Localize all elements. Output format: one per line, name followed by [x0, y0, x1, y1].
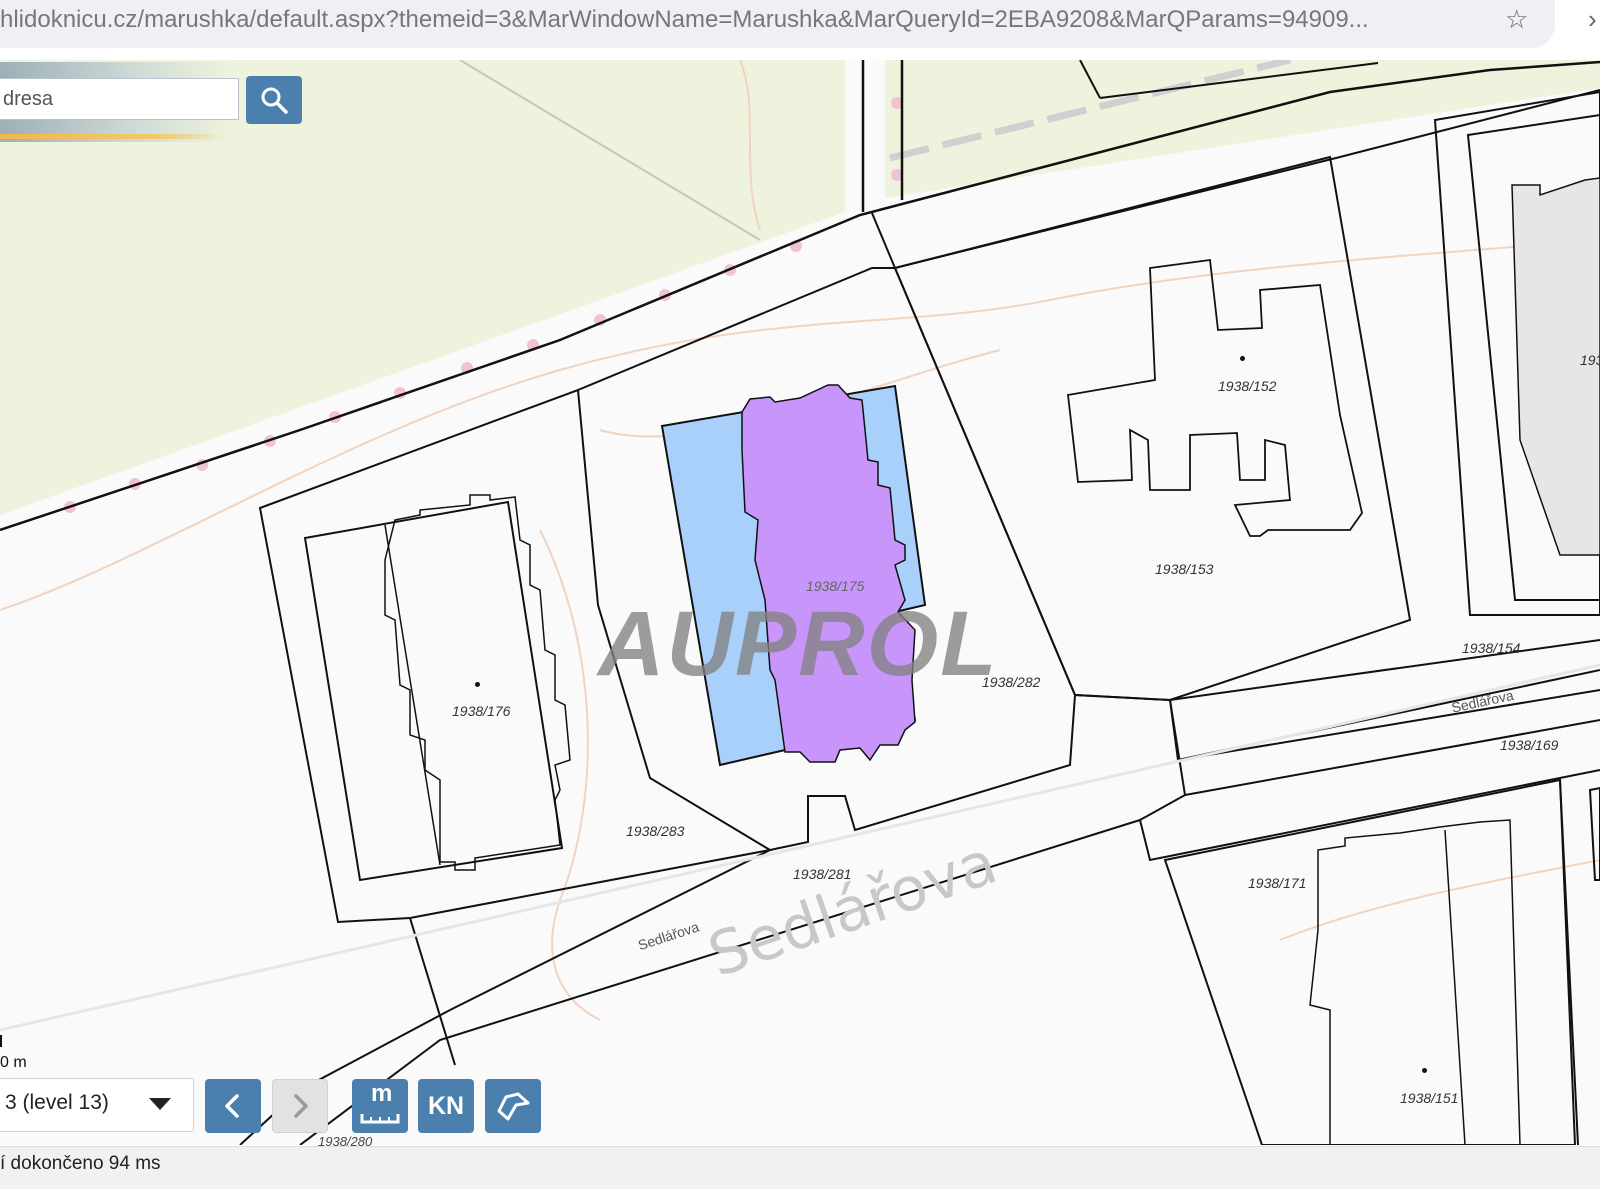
ruler-graphic — [360, 1114, 400, 1124]
watermark-logo: AUPROL — [598, 593, 999, 695]
zoom-level-select[interactable]: 3 (level 13) — [0, 1078, 194, 1132]
back-button[interactable] — [205, 1079, 261, 1133]
road-edge-1 — [1074, 639, 1600, 702]
kn-button[interactable]: KN — [418, 1079, 474, 1133]
measure-button[interactable]: m — [352, 1079, 408, 1133]
search-button[interactable] — [246, 76, 302, 124]
polygon-select-icon — [497, 1092, 530, 1121]
status-text: í dokončeno 94 ms — [0, 1153, 161, 1174]
road-edge-7 — [1138, 769, 1600, 862]
url-field-background[interactable]: ...hlidoknicu.cz/marushka/default.aspx?t… — [0, 0, 1555, 48]
chevron-down-icon — [149, 1098, 171, 1110]
star-icon[interactable]: ☆ — [1505, 4, 1528, 35]
kn-label: KN — [427, 1091, 465, 1120]
scale-label: 0 m — [0, 1054, 27, 1071]
ruler-icon: m — [358, 1080, 402, 1128]
parcel-label-1938-152: 1938/152 — [1218, 378, 1277, 394]
parcel-label-1938-171: 1938/171 — [1248, 875, 1307, 891]
parcel-label-1938-176: 1938/176 — [452, 703, 511, 719]
address-search-input[interactable] — [0, 78, 239, 120]
chevron-right-icon — [294, 1094, 308, 1118]
parcel-divider-left — [409, 917, 456, 1066]
road-divider — [1169, 699, 1186, 796]
building-1938-152 — [1067, 258, 1363, 537]
chevron-left-icon — [225, 1094, 239, 1118]
parcel-label-193x: 193 — [1580, 352, 1600, 368]
browser-address-bar: ...hlidoknicu.cz/marushka/default.aspx?t… — [0, 0, 1600, 61]
scale-bar — [0, 1035, 2, 1047]
parcel-label-1938-153: 1938/153 — [1155, 561, 1214, 577]
toolbar-edge-icon: › — [1588, 4, 1597, 34]
forward-button[interactable] — [272, 1079, 328, 1133]
contour-line-4 — [1279, 859, 1600, 941]
parcel-bottom-right-edge — [1588, 786, 1600, 881]
parcel-point-151 — [1422, 1068, 1427, 1073]
parcel-1938-171 — [1163, 778, 1577, 1145]
search-panel-accent — [0, 134, 225, 139]
parcel-point-176 — [475, 682, 480, 687]
building-1938-176-inner — [384, 524, 441, 866]
parcel-label-1938-283: 1938/283 — [626, 823, 685, 839]
polygon-select-button[interactable] — [485, 1079, 541, 1133]
parcel-point-152 — [1240, 356, 1245, 361]
map-canvas[interactable]: 1938/176 1938/175 1938/152 1938/153 1938… — [0, 60, 1600, 1145]
parcel-label-1938-169: 1938/169 — [1500, 737, 1559, 753]
url-text[interactable]: ...hlidoknicu.cz/marushka/default.aspx?t… — [0, 6, 1450, 34]
zoom-level-value: 3 (level 13) — [5, 1091, 109, 1114]
search-icon — [261, 87, 288, 114]
parcel-label-1938-151: 1938/151 — [1400, 1090, 1459, 1106]
parcel-label-1938-154: 1938/154 — [1462, 640, 1521, 656]
contour-line-3 — [539, 529, 601, 1021]
parcel-divider-bottom-right — [1559, 779, 1579, 1145]
status-bar: í dokončeno 94 ms — [0, 1146, 1600, 1189]
